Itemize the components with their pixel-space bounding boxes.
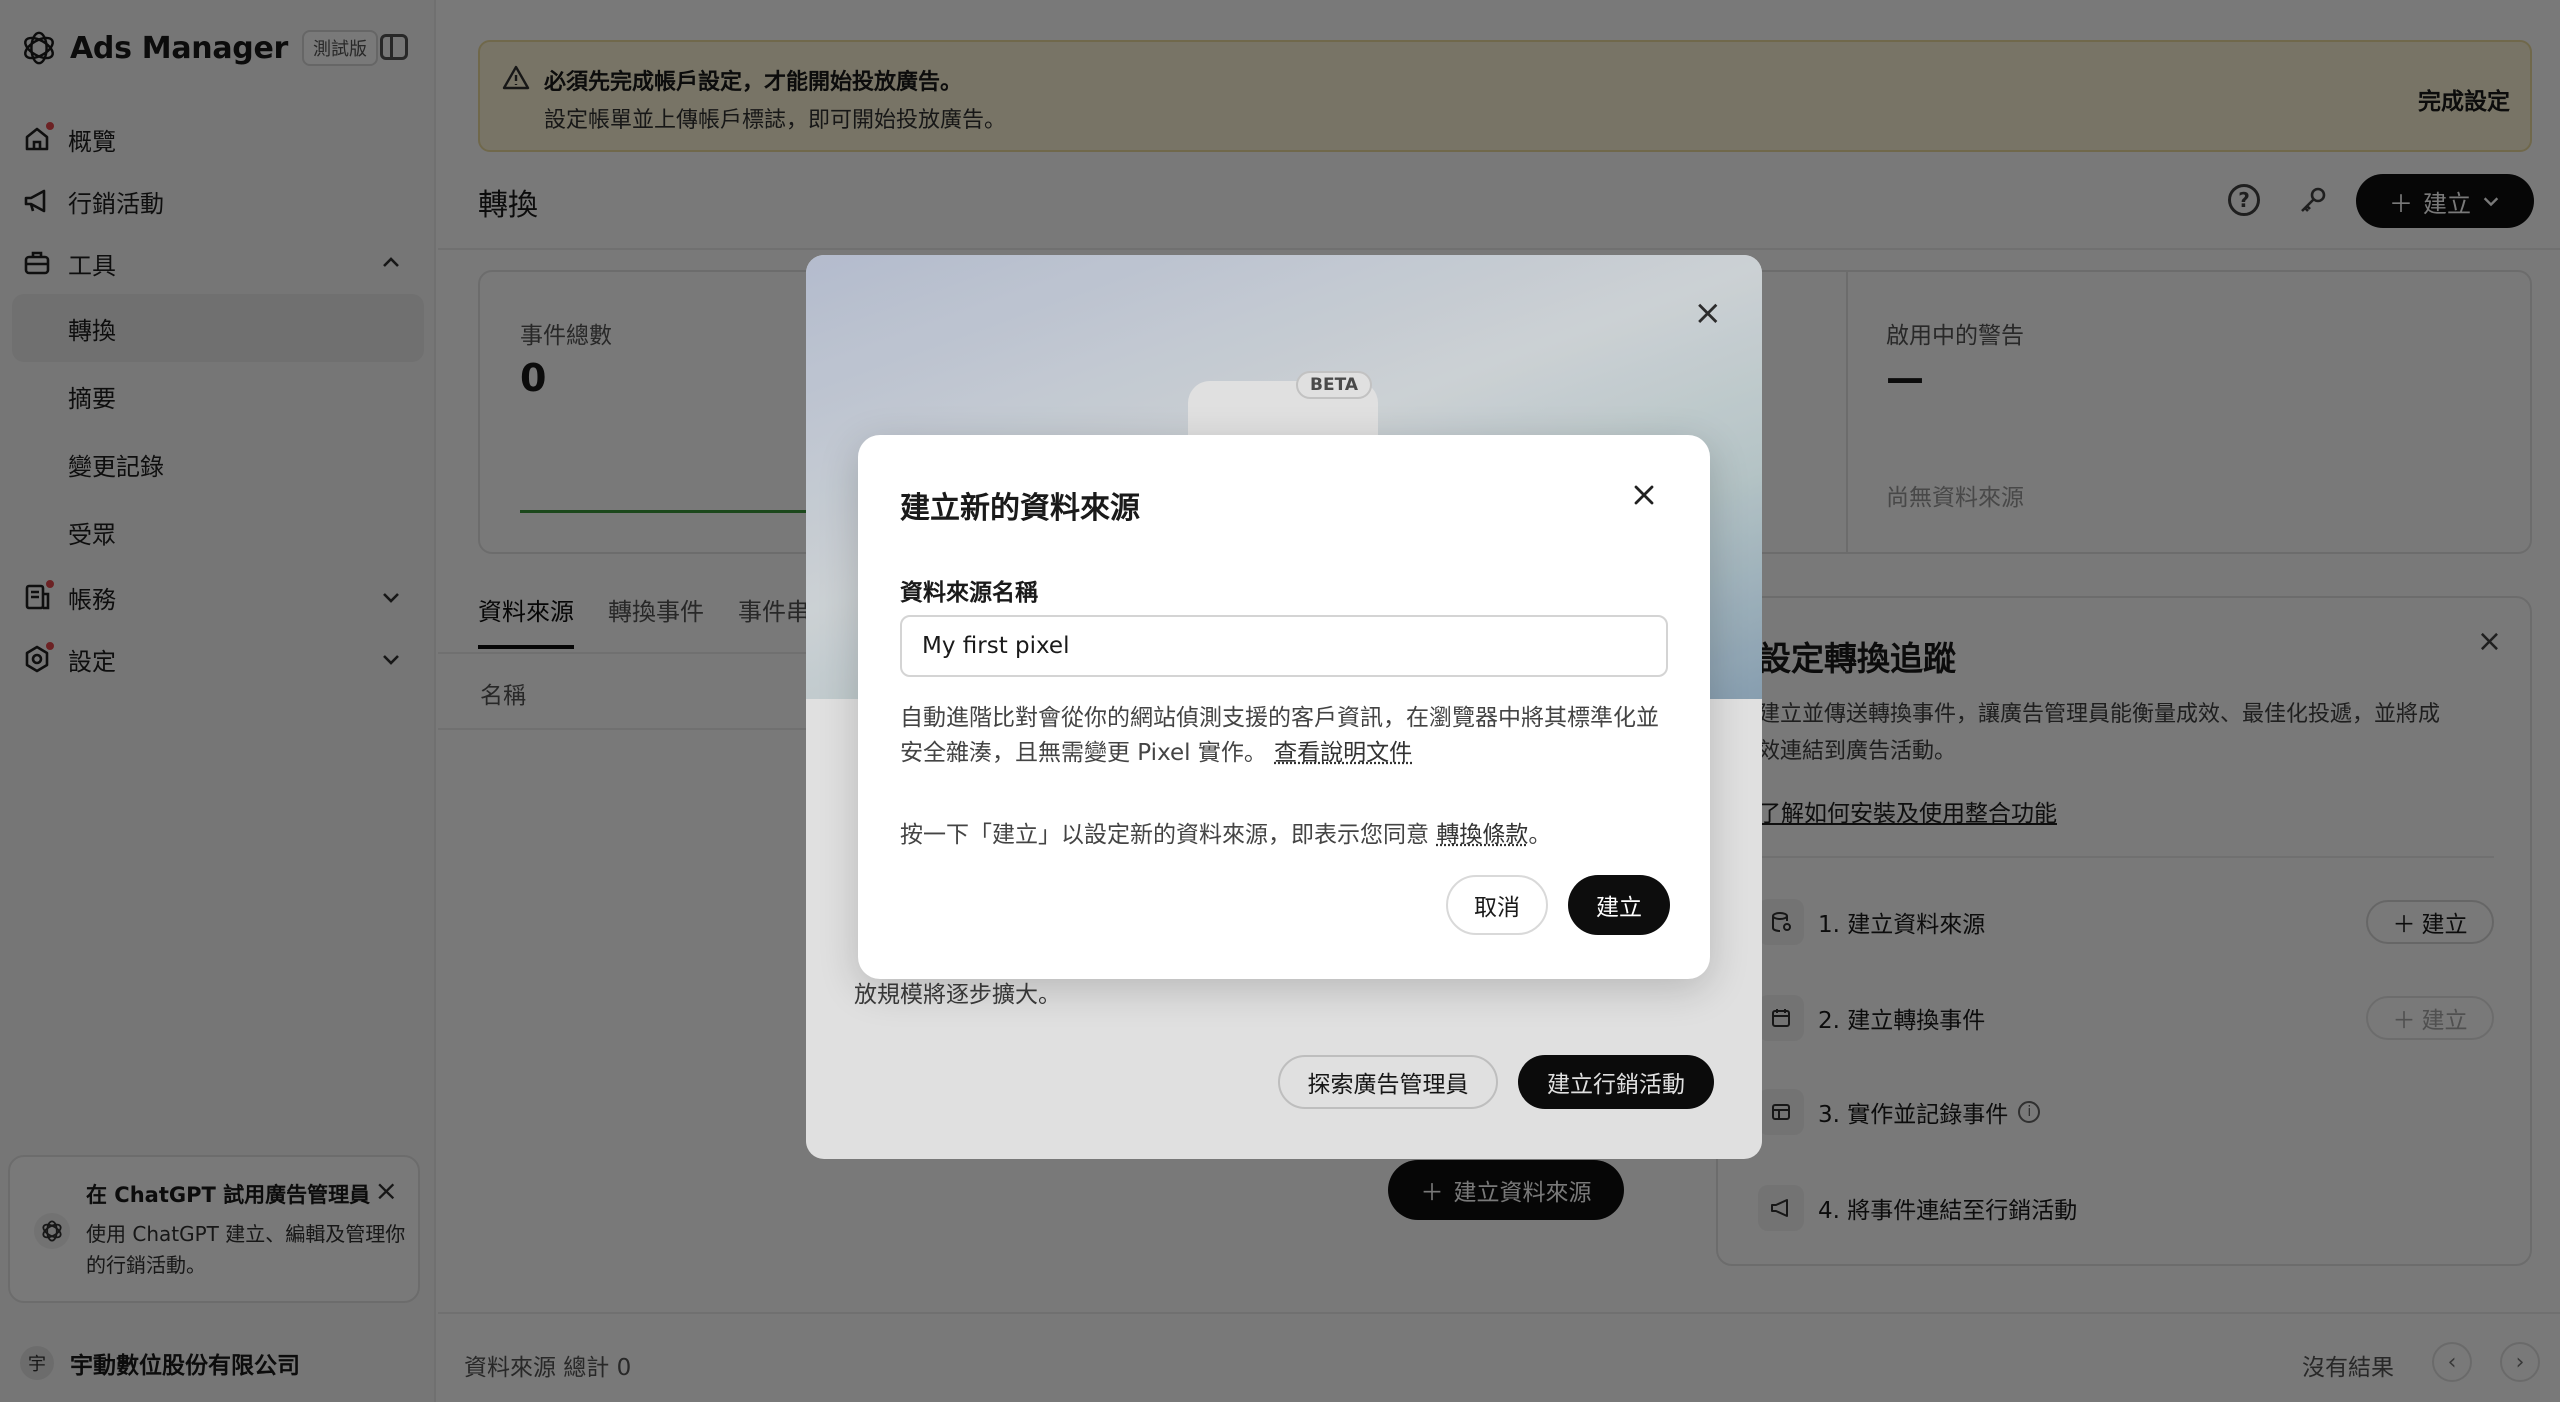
cancel-button[interactable]: 取消	[1446, 875, 1548, 935]
dialog-description: 自動進階比對會從你的網站偵測支援的客戶資訊，在瀏覽器中將其標準化並安全雜湊，且無…	[900, 701, 1676, 771]
terms-suffix: 。	[1528, 822, 1552, 848]
terms-prefix: 按一下「建立」以設定新的資料來源，即表示您同意	[900, 822, 1429, 848]
create-button[interactable]: 建立	[1568, 875, 1670, 935]
view-docs-link[interactable]: 查看說明文件	[1274, 740, 1412, 766]
close-icon[interactable]	[1630, 481, 1658, 509]
conversion-terms-link[interactable]: 轉換條款	[1436, 822, 1528, 848]
terms-notice: 按一下「建立」以設定新的資料來源，即表示您同意 轉換條款。	[900, 815, 1676, 849]
data-source-name-label: 資料來源名稱	[900, 580, 1038, 606]
dialog-title: 建立新的資料來源	[900, 491, 1140, 526]
data-source-name-input[interactable]	[900, 615, 1668, 677]
create-data-source-dialog: 建立新的資料來源 資料來源名稱 自動進階比對會從你的網站偵測支援的客戶資訊，在瀏…	[858, 435, 1710, 979]
